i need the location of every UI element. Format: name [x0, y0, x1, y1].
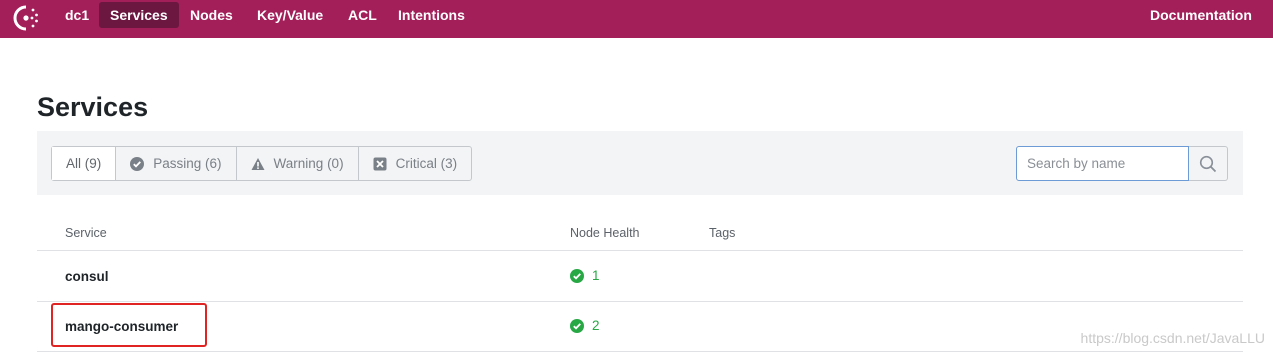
- health-count: 1: [592, 268, 600, 283]
- node-health-cell: 2: [570, 318, 600, 333]
- nav-services[interactable]: Services: [99, 2, 179, 28]
- search-button[interactable]: [1189, 146, 1228, 181]
- filter-passing-label: Passing (6): [153, 156, 222, 171]
- filter-bar: All (9) Passing (6) Warning (0) Critical…: [37, 131, 1243, 195]
- check-circle-icon: [570, 318, 584, 333]
- watermark-text: https://blog.csdn.net/JavaLLU: [1080, 330, 1265, 346]
- nav-documentation[interactable]: Documentation: [1139, 2, 1263, 28]
- table-divider: [37, 250, 1243, 251]
- health-filter-group: All (9) Passing (6) Warning (0) Critical…: [51, 146, 473, 181]
- column-header-service[interactable]: Service: [65, 226, 107, 240]
- nav-key-value[interactable]: Key/Value: [246, 2, 334, 28]
- annotation-highlight-box: [51, 303, 207, 347]
- consul-logo-icon[interactable]: [12, 4, 40, 32]
- filter-all-button[interactable]: All (9): [52, 147, 116, 180]
- top-navigation-bar: dc1 Services Nodes Key/Value ACL Intenti…: [0, 0, 1273, 38]
- check-circle-icon: [570, 268, 584, 283]
- page-title: Services: [37, 92, 149, 122]
- warning-icon: [251, 157, 265, 170]
- search-input[interactable]: [1016, 146, 1189, 181]
- column-header-node-health[interactable]: Node Health: [570, 226, 640, 240]
- filter-warning-button[interactable]: Warning (0): [235, 147, 358, 180]
- nav-acl[interactable]: ACL: [337, 2, 388, 28]
- health-count: 2: [592, 318, 600, 333]
- table-row-divider: [37, 301, 1243, 302]
- filter-passing-button[interactable]: Passing (6): [115, 147, 235, 180]
- nav-nodes[interactable]: Nodes: [179, 2, 244, 28]
- check-circle-icon: [130, 156, 145, 171]
- nav-intentions[interactable]: Intentions: [387, 2, 476, 28]
- column-header-tags[interactable]: Tags: [709, 226, 735, 240]
- filter-critical-label: Critical (3): [395, 156, 458, 171]
- service-name-link[interactable]: consul: [65, 269, 109, 284]
- search-box: [1016, 146, 1228, 181]
- node-health-cell: 1: [570, 268, 600, 283]
- filter-critical-button[interactable]: Critical (3): [357, 147, 472, 180]
- table-row-divider: [37, 351, 1243, 352]
- search-icon: [1199, 155, 1217, 172]
- critical-x-icon: [373, 157, 387, 170]
- filter-all-label: All (9): [66, 156, 102, 171]
- filter-warning-label: Warning (0): [273, 156, 344, 171]
- nav-datacenter-dc1[interactable]: dc1: [54, 2, 100, 28]
